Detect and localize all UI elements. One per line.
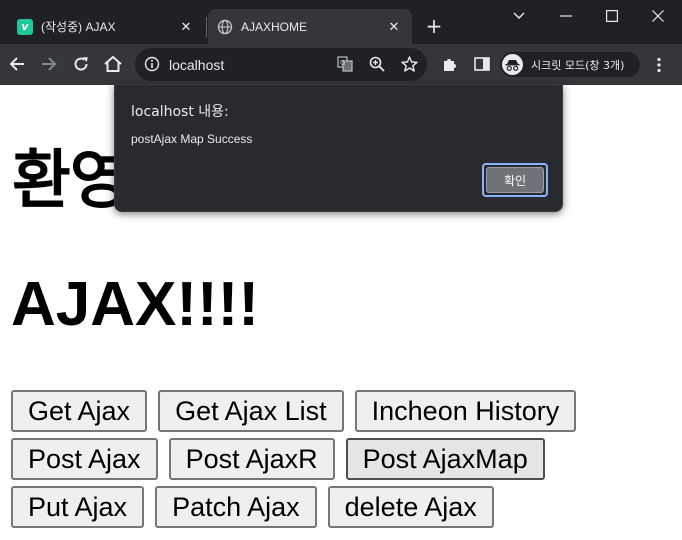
tab-ajaxhome[interactable]: AJAXHOME ✕ [208,9,412,44]
star-icon[interactable] [399,54,419,74]
close-icon[interactable]: ✕ [176,17,196,37]
address-bar[interactable]: localhost G [135,48,427,81]
ajax-heading: AJAX!!!! [11,270,259,339]
arrow-left-icon [9,57,24,71]
side-panel-icon [474,57,490,71]
minimize-button[interactable] [543,2,589,30]
put-ajax-button[interactable]: Put Ajax [11,486,145,528]
dialog-ok-button[interactable]: 확인 [482,163,548,197]
close-window-button[interactable] [635,2,681,30]
home-icon [104,56,122,72]
dialog-ok-label[interactable]: 확인 [486,167,544,193]
post-ajaxr-button[interactable]: Post AjaxR [168,438,335,480]
button-row-post: Post Ajax Post AjaxR Post AjaxMap [11,438,556,480]
back-button[interactable] [3,50,31,78]
get-ajax-button[interactable]: Get Ajax [11,390,148,432]
puzzle-icon [444,59,456,71]
extensions-button[interactable] [436,50,464,78]
patch-ajax-button[interactable]: Patch Ajax [155,486,317,528]
button-row-put: Put Ajax Patch Ajax delete Ajax [11,486,505,528]
side-panel-button[interactable] [468,50,496,78]
incheon-history-button[interactable]: Incheon History [354,390,577,432]
url-text[interactable]: localhost [169,57,224,73]
translate-icon[interactable]: G [335,54,355,74]
post-ajax-button[interactable]: Post Ajax [11,438,158,480]
close-icon[interactable]: ✕ [384,17,404,37]
tab-ajax-draft[interactable]: v (작성중) AJAX ✕ [8,9,204,44]
maximize-button[interactable] [589,2,635,30]
tab-search-chevron-icon[interactable] [496,2,542,30]
new-tab-button[interactable]: + [422,14,446,38]
kebab-menu-icon [657,57,661,72]
incognito-icon [502,54,523,75]
arrow-right-icon [42,57,57,71]
more-menu-button[interactable] [648,52,670,77]
reload-icon [74,57,88,71]
post-ajaxmap-button[interactable]: Post AjaxMap [345,438,545,480]
tab-title: AJAXHOME [241,19,308,34]
button-row-get: Get Ajax Get Ajax List Incheon History [11,390,587,432]
zoom-icon[interactable] [367,54,387,74]
dialog-title: localhost 내용: [131,104,229,120]
welcome-heading: 환영 [12,144,129,218]
incognito-label: 시크릿 모드(창 3개) [531,58,625,72]
dialog-message: postAjax Map Success [131,132,253,146]
home-button[interactable] [99,50,127,78]
tab-title: (작성중) AJAX [41,20,116,34]
browser-toolbar: localhost G 시크릿 모드(창 3개) [0,44,682,85]
tab-strip: v (작성중) AJAX ✕ AJAXHOME ✕ + [0,0,682,44]
delete-ajax-button[interactable]: delete Ajax [327,486,494,528]
info-icon[interactable] [144,56,162,74]
reload-button[interactable] [67,50,95,78]
globe-icon [217,19,233,35]
get-ajax-list-button[interactable]: Get Ajax List [158,390,344,432]
alert-dialog: localhost 내용: postAjax Map Success 확인 [114,84,563,212]
v-letter-icon: v [17,18,33,35]
incognito-badge[interactable]: 시크릿 모드(창 3개) [500,52,640,77]
forward-button[interactable] [35,50,63,78]
svg-text:G: G [340,59,345,67]
tab-separator [206,17,207,37]
